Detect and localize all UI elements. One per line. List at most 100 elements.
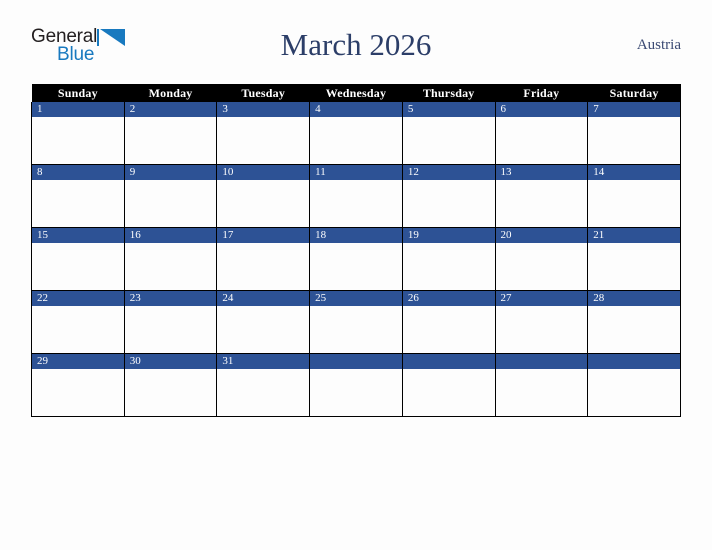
calendar-week-row: 8 9 10 11 12 13 14 (31, 164, 681, 228)
day-number: 28 (588, 291, 680, 306)
day-cell[interactable]: 22 (31, 290, 125, 354)
day-number: 3 (217, 102, 310, 117)
calendar-grid: Sunday Monday Tuesday Wednesday Thursday… (31, 84, 681, 417)
day-events-area[interactable] (403, 180, 495, 227)
day-cell[interactable]: 14 (587, 164, 681, 228)
day-cell[interactable]: 30 (123, 353, 218, 417)
day-cell[interactable]: 31 (216, 353, 311, 417)
day-cell[interactable]: 8 (31, 164, 125, 228)
day-cell[interactable]: 3 (216, 102, 311, 165)
day-events-area[interactable] (496, 243, 588, 290)
day-number: 21 (588, 228, 680, 243)
day-number: 2 (124, 102, 217, 117)
day-events-area[interactable] (496, 117, 588, 164)
day-number: 5 (402, 102, 495, 117)
day-events-area[interactable] (32, 117, 124, 164)
day-events-area[interactable] (125, 369, 217, 416)
day-events-area[interactable] (32, 180, 124, 227)
day-events-area[interactable] (588, 180, 680, 227)
day-events-area[interactable] (125, 306, 217, 353)
day-number: 10 (217, 165, 310, 180)
day-events-area[interactable] (217, 306, 309, 353)
day-number: 7 (588, 102, 680, 117)
day-events-area[interactable] (403, 306, 495, 353)
day-events-area[interactable] (588, 117, 680, 164)
day-events-area[interactable] (310, 243, 402, 290)
day-number: 18 (310, 228, 402, 243)
day-number: 16 (124, 228, 217, 243)
day-cell[interactable]: 6 (494, 102, 589, 165)
weekday-header-wednesday: Wednesday (309, 84, 403, 102)
day-cell-empty[interactable] (494, 353, 589, 417)
day-cell[interactable]: 20 (494, 227, 589, 291)
day-events-area[interactable] (403, 117, 495, 164)
day-events-area[interactable] (32, 369, 124, 416)
day-cell[interactable]: 10 (216, 164, 311, 228)
day-cell[interactable]: 15 (31, 227, 125, 291)
day-events-area[interactable] (125, 243, 217, 290)
day-cell[interactable]: 16 (123, 227, 218, 291)
day-cell[interactable]: 2 (123, 102, 218, 165)
day-cell[interactable]: 29 (31, 353, 125, 417)
day-number: 1 (32, 102, 124, 117)
day-events-area[interactable] (496, 369, 588, 416)
day-events-area[interactable] (310, 117, 402, 164)
day-number: 4 (310, 102, 402, 117)
day-events-area[interactable] (32, 243, 124, 290)
day-number: 22 (32, 291, 124, 306)
day-number: 14 (588, 165, 680, 180)
calendar-week-row: 1 2 3 4 5 6 7 (31, 102, 681, 165)
day-cell[interactable]: 11 (309, 164, 403, 228)
day-cell[interactable]: 12 (401, 164, 496, 228)
day-cell[interactable]: 9 (123, 164, 218, 228)
day-number (402, 354, 495, 369)
day-events-area[interactable] (496, 306, 588, 353)
day-cell[interactable]: 27 (494, 290, 589, 354)
day-number: 15 (32, 228, 124, 243)
day-events-area[interactable] (125, 117, 217, 164)
day-cell-empty[interactable] (309, 353, 403, 417)
day-cell[interactable]: 23 (123, 290, 218, 354)
day-number: 17 (217, 228, 310, 243)
day-events-area[interactable] (496, 180, 588, 227)
day-events-area[interactable] (32, 306, 124, 353)
day-events-area[interactable] (310, 180, 402, 227)
day-events-area[interactable] (403, 243, 495, 290)
day-cell[interactable]: 7 (587, 102, 681, 165)
day-events-area[interactable] (588, 243, 680, 290)
day-cell[interactable]: 13 (494, 164, 589, 228)
day-events-area[interactable] (217, 243, 309, 290)
weekday-header-friday: Friday (495, 84, 588, 102)
day-events-area[interactable] (310, 369, 402, 416)
day-number: 30 (124, 354, 217, 369)
day-events-area[interactable] (403, 369, 495, 416)
day-number: 25 (310, 291, 402, 306)
day-number: 24 (217, 291, 310, 306)
day-number: 26 (402, 291, 495, 306)
day-cell-empty[interactable] (587, 353, 681, 417)
day-cell[interactable]: 21 (587, 227, 681, 291)
day-events-area[interactable] (125, 180, 217, 227)
day-cell[interactable]: 28 (587, 290, 681, 354)
day-number: 29 (32, 354, 124, 369)
day-cell[interactable]: 18 (309, 227, 403, 291)
day-cell[interactable]: 17 (216, 227, 311, 291)
day-events-area[interactable] (310, 306, 402, 353)
day-events-area[interactable] (217, 369, 309, 416)
day-cell[interactable]: 24 (216, 290, 311, 354)
day-events-area[interactable] (588, 306, 680, 353)
page-header: General Blue March 2026 Austria (31, 22, 681, 74)
day-events-area[interactable] (588, 369, 680, 416)
weekday-header-saturday: Saturday (587, 84, 681, 102)
day-number: 12 (402, 165, 495, 180)
day-cell[interactable]: 19 (401, 227, 496, 291)
day-cell[interactable]: 4 (309, 102, 403, 165)
day-events-area[interactable] (217, 180, 309, 227)
day-cell[interactable]: 25 (309, 290, 403, 354)
day-cell[interactable]: 5 (401, 102, 496, 165)
day-events-area[interactable] (217, 117, 309, 164)
day-number (310, 354, 402, 369)
day-cell[interactable]: 1 (31, 102, 125, 165)
day-cell-empty[interactable] (401, 353, 496, 417)
day-cell[interactable]: 26 (401, 290, 496, 354)
